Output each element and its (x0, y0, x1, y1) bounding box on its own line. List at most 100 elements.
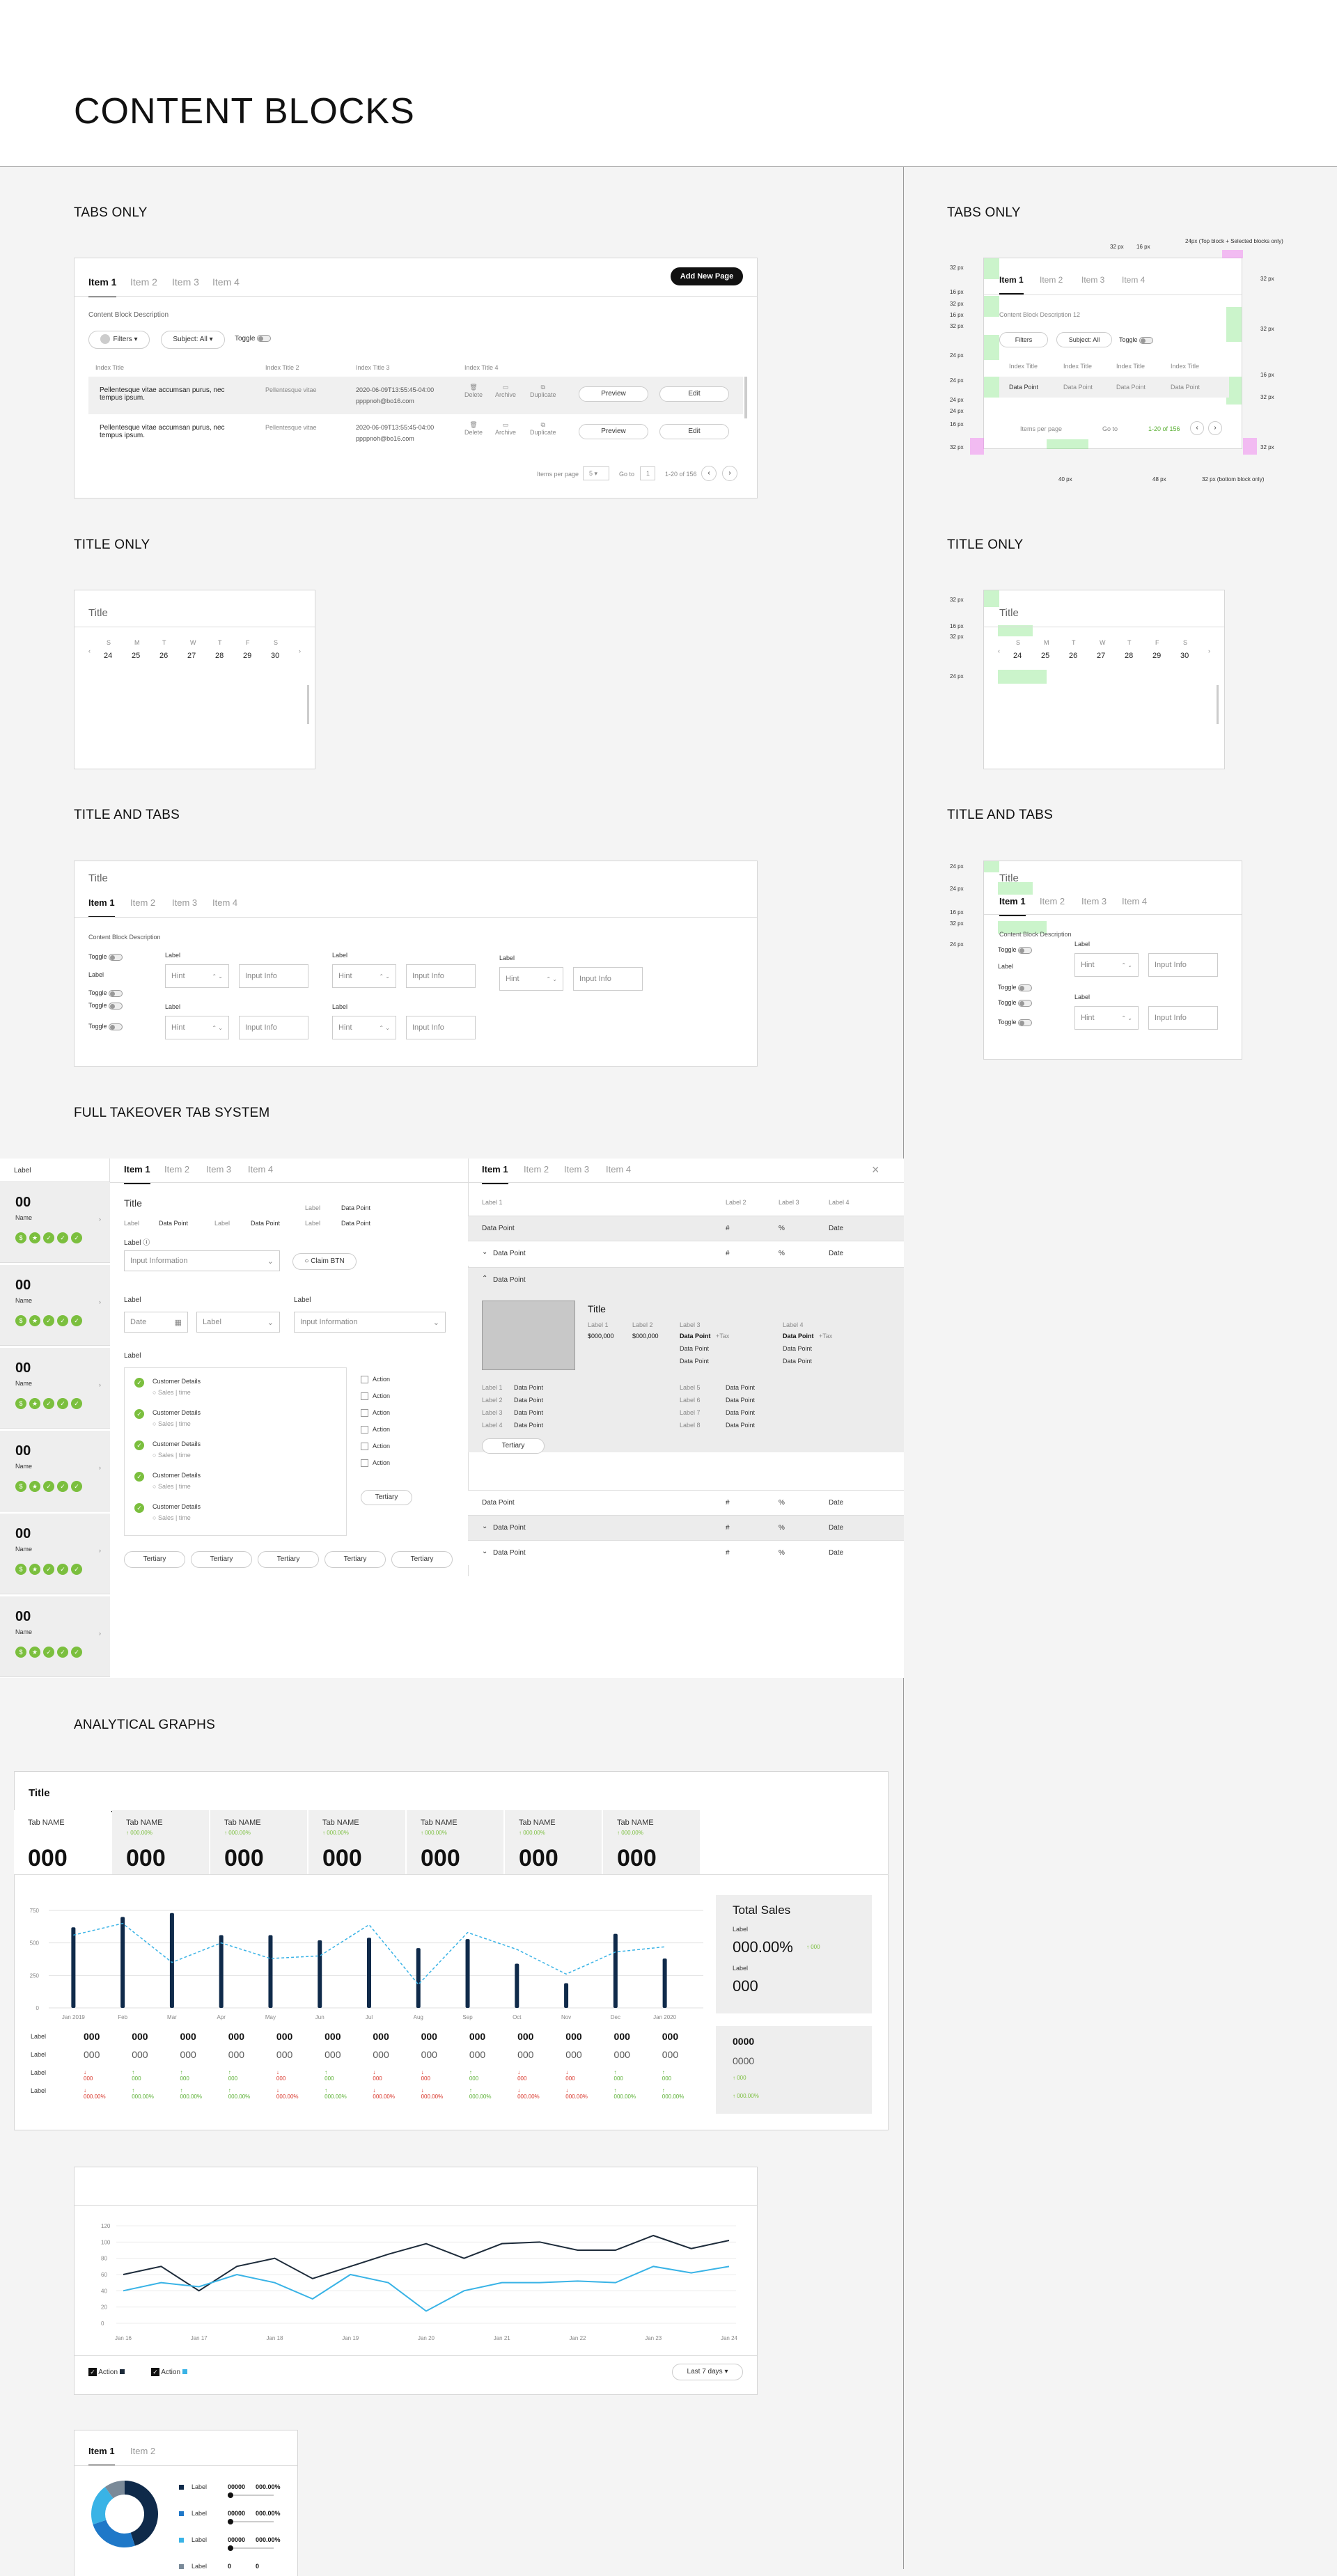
toggle-group[interactable]: Toggle (998, 946, 1033, 954)
prev-page-button[interactable]: ‹ (1190, 421, 1204, 435)
input-info-field[interactable]: Input Info (239, 1016, 308, 1039)
input-info-field[interactable]: Input Info (1148, 1006, 1218, 1030)
toggle-switch[interactable] (1139, 336, 1154, 344)
duplicate-button[interactable]: ⧉ Duplicate (530, 384, 556, 398)
toggle-group[interactable]: Toggle (88, 989, 123, 997)
metric-tab[interactable]: Tab NAME ↑ 000.00% 000 (112, 1810, 210, 1874)
add-new-page-button[interactable]: Add New Page (671, 267, 743, 285)
hint-stepper[interactable]: Hint ⌃ ⌄ (499, 967, 563, 991)
hint-stepper[interactable]: Hint ⌃ ⌄ (332, 964, 396, 988)
hint-stepper[interactable]: Hint ⌃ ⌄ (1074, 1006, 1139, 1030)
toggle-switch[interactable] (1018, 984, 1033, 991)
edit-button[interactable]: Edit (659, 424, 729, 439)
toggle-switch[interactable] (1018, 946, 1033, 954)
toggle-switch[interactable] (257, 335, 272, 343)
tab-item-4[interactable]: Item 4 (1122, 275, 1145, 285)
chevron-left-icon[interactable]: ‹ (998, 647, 1000, 654)
chevron-down-icon[interactable]: ⌄ (482, 1548, 487, 1555)
table-row[interactable]: ⌄ Data Point #% Date (468, 1540, 904, 1565)
stepper-icon[interactable]: ⌃ ⌄ (546, 976, 557, 982)
preview-button[interactable]: Preview (579, 386, 648, 402)
legend-item[interactable]: ✓ Action (88, 2368, 125, 2376)
input-info-field[interactable]: Input Info (406, 964, 476, 988)
per-page-select[interactable]: 5 ▾ (583, 466, 609, 480)
input-info-field[interactable]: Input Info (1148, 953, 1218, 977)
page-input[interactable]: 1 (640, 466, 655, 480)
delete-button[interactable]: 🗑 Delete (464, 421, 483, 436)
stepper-icon[interactable]: ⌃ ⌄ (212, 973, 223, 980)
chevron-up-icon[interactable]: ⌃ (482, 1275, 487, 1282)
duplicate-button[interactable]: ⧉ Duplicate (530, 421, 556, 436)
preview-button[interactable]: Preview (579, 424, 648, 439)
toggle-switch[interactable] (109, 1023, 123, 1030)
archive-button[interactable]: ▭ Archive (495, 421, 516, 436)
date-cell[interactable]: 27 (187, 652, 196, 660)
tab-item-1[interactable]: Item 1 (999, 275, 1024, 294)
tab-item-4[interactable]: Item 4 (212, 897, 237, 908)
date-cell[interactable]: 25 (1041, 652, 1049, 660)
toggle-switch[interactable] (1018, 999, 1033, 1007)
date-cell[interactable]: 24 (1013, 652, 1022, 660)
hint-stepper[interactable]: Hint ⌃ ⌄ (165, 1016, 229, 1039)
metric-tab[interactable]: Tab NAME ↑ 000.00% 000 (603, 1810, 701, 1874)
table-row[interactable]: Pellentesque vitae accumsan purus, nec t… (88, 377, 743, 414)
stepper-icon[interactable]: ⌃ ⌄ (1121, 962, 1132, 968)
progress-knob[interactable] (228, 2492, 233, 2498)
tab-item-1[interactable]: Item 1 (999, 896, 1026, 916)
subject-select[interactable]: Subject: All ▾ (161, 331, 225, 349)
hint-stepper[interactable]: Hint ⌃ ⌄ (165, 964, 229, 988)
toggle-group[interactable]: Toggle (998, 1019, 1033, 1026)
edit-button[interactable]: Edit (659, 386, 729, 402)
date-cell[interactable]: 24 (104, 652, 112, 660)
legend-item[interactable]: ✓ Action (151, 2368, 187, 2376)
tab-item-2[interactable]: Item 2 (130, 897, 155, 908)
checkbox-icon[interactable]: ✓ (151, 2368, 159, 2376)
date-cell[interactable]: 27 (1097, 652, 1105, 660)
subject-select[interactable]: Subject: All (1056, 332, 1112, 347)
tab-item-3[interactable]: Item 3 (1081, 896, 1107, 906)
date-cell[interactable]: 30 (1180, 652, 1189, 660)
tab-item-3[interactable]: Item 3 (1081, 275, 1104, 285)
toggle-switch[interactable] (109, 953, 123, 961)
scrollbar[interactable] (744, 377, 747, 418)
metric-tab[interactable]: Tab NAME ↑ 000.00% 000 (308, 1810, 406, 1874)
table-row[interactable]: Pellentesque vitae accumsan purus, nec t… (88, 416, 743, 453)
delete-button[interactable]: 🗑 Delete (464, 384, 483, 398)
date-cell[interactable]: 29 (243, 652, 251, 660)
scrollbar[interactable] (307, 685, 309, 724)
date-cell[interactable]: 28 (1125, 652, 1133, 660)
toggle-group[interactable]: Toggle (235, 335, 272, 343)
archive-button[interactable]: ▭ Archive (495, 384, 516, 398)
scrollbar[interactable] (1217, 685, 1219, 724)
metric-tab[interactable]: Tab NAME ↑ 000.00% 000 (210, 1810, 308, 1874)
tab-item-1[interactable]: Item 1 (88, 2446, 115, 2466)
toggle-group[interactable]: Toggle (88, 1002, 123, 1010)
table-row[interactable]: ⌃ Data Point (468, 1267, 904, 1288)
tab-item-2[interactable]: Item 2 (130, 2446, 155, 2456)
toggle-group[interactable]: Toggle (88, 1023, 123, 1030)
chevron-down-icon[interactable]: ⌄ (482, 1248, 487, 1256)
input-info-field[interactable]: Input Info (239, 964, 308, 988)
table-row[interactable]: ⌄ Data Point #% Date (468, 1515, 904, 1540)
tab-item-4[interactable]: Item 4 (212, 276, 240, 288)
progress-knob[interactable] (228, 2545, 233, 2551)
date-cell[interactable]: 30 (271, 652, 279, 660)
metric-tab[interactable]: Tab NAME 000 (14, 1810, 111, 1874)
tab-item-1[interactable]: Item 1 (88, 276, 117, 297)
toggle-switch[interactable] (109, 989, 123, 997)
next-page-button[interactable]: › (722, 466, 737, 481)
tab-item-2[interactable]: Item 2 (1040, 896, 1065, 906)
tab-item-2[interactable]: Item 2 (1040, 275, 1063, 285)
chevron-right-icon[interactable]: › (299, 647, 301, 654)
chevron-down-icon[interactable]: ⌄ (482, 1523, 487, 1530)
table-row[interactable]: ⌄ Data Point #% Date (468, 1241, 904, 1266)
tab-item-2[interactable]: Item 2 (130, 276, 157, 288)
tab-item-4[interactable]: Item 4 (1122, 896, 1147, 906)
date-cell[interactable]: 25 (132, 652, 140, 660)
stepper-icon[interactable]: ⌃ ⌄ (212, 1025, 223, 1031)
progress-knob[interactable] (228, 2519, 233, 2524)
table-row[interactable]: Data Point Data Point Data Point Data Po… (999, 377, 1229, 398)
chevron-left-icon[interactable]: ‹ (88, 647, 91, 654)
date-cell[interactable]: 26 (159, 652, 168, 660)
toggle-switch[interactable] (1018, 1019, 1033, 1026)
